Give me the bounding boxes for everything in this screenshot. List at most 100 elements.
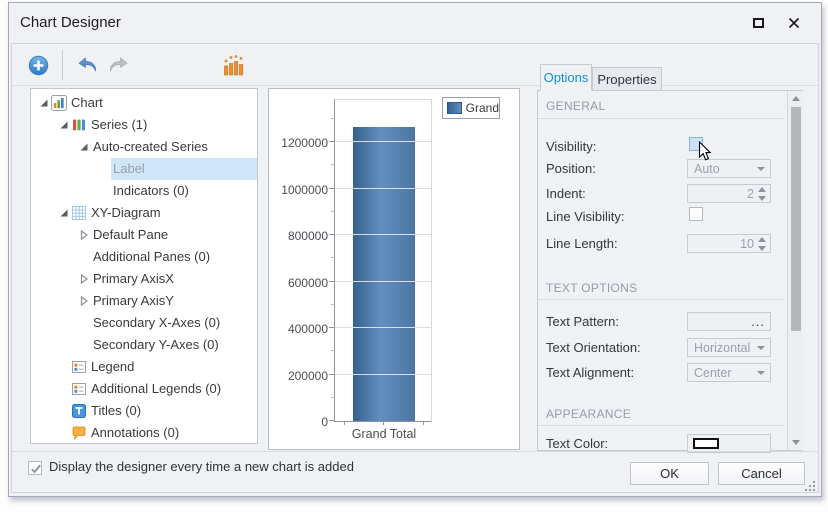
tree-item-label: Label: [111, 158, 257, 180]
scroll-down-icon[interactable]: [788, 435, 804, 450]
scrollbar-thumb[interactable]: [791, 107, 801, 331]
tree-item-label: Primary AxisX: [91, 268, 257, 290]
x-axis-tick: [423, 421, 424, 425]
spinner-arrows-icon[interactable]: [758, 237, 767, 251]
ellipsis-button[interactable]: ...: [751, 313, 765, 330]
tree-item-label: Annotations (0): [89, 422, 257, 444]
tree-item-annotations-0[interactable]: Annotations (0): [31, 422, 257, 444]
y-axis-tick-label: 200000: [269, 369, 328, 383]
indent-label: Indent:: [546, 185, 586, 203]
tree-item-legend[interactable]: Legend: [31, 356, 257, 378]
scroll-up-icon[interactable]: [788, 91, 804, 106]
section-divider: [538, 299, 784, 300]
line-length-stepper[interactable]: 10: [687, 234, 771, 253]
tree-item-titles-0[interactable]: Titles (0): [31, 400, 257, 422]
tree-item-label: Secondary Y-Axes (0): [91, 334, 257, 356]
legend-swatch: [447, 102, 462, 114]
tree-item-additional-panes-0[interactable]: Additional Panes (0): [31, 246, 257, 268]
section-header-general: GENERAL: [546, 99, 605, 113]
y-axis-tick: [329, 374, 335, 375]
display-designer-checkbox[interactable]: [28, 461, 42, 475]
add-chart-element-icon: [28, 55, 49, 76]
undo-button[interactable]: [74, 51, 102, 79]
text-orientation-label: Text Orientation:: [546, 339, 641, 357]
expander-icon[interactable]: [77, 274, 91, 284]
expander-icon[interactable]: [77, 142, 91, 152]
text-alignment-label: Text Alignment:: [546, 364, 634, 382]
x-axis-tick: [383, 421, 384, 425]
resize-grip[interactable]: [804, 480, 816, 492]
expander-icon[interactable]: [37, 98, 51, 108]
tab-properties[interactable]: Properties: [592, 67, 662, 91]
tree-item-xy-diagram[interactable]: XY-Diagram: [31, 202, 257, 224]
y-axis-labels: 020000040000060000080000010000001200000: [269, 99, 328, 422]
tree-item-label[interactable]: Label: [31, 158, 257, 180]
redo-button[interactable]: [104, 51, 132, 79]
ok-button[interactable]: OK: [630, 462, 709, 485]
tree-item-series-1[interactable]: Series (1): [31, 114, 257, 136]
chevron-down-icon: [757, 371, 765, 375]
undo-icon: [77, 57, 99, 73]
add-chart-element-button[interactable]: [24, 51, 52, 79]
y-axis-minor-tick: [331, 350, 335, 351]
tree-item-additional-legends-0[interactable]: Additional Legends (0): [31, 378, 257, 400]
line-visibility-checkbox[interactable]: [689, 207, 703, 221]
expander-icon[interactable]: [57, 208, 71, 218]
gridline: [335, 141, 431, 142]
color-swatch: [693, 438, 719, 449]
section-divider: [538, 118, 784, 119]
screen: Chart Designer: [0, 0, 828, 512]
tree-item-label: Auto-created Series: [91, 136, 257, 158]
gridline: [335, 374, 431, 375]
legend-icon: [71, 381, 89, 397]
y-axis-minor-tick: [331, 211, 335, 212]
tree-item-label: Primary AxisY: [91, 290, 257, 312]
tree-item-secondary-y-axes-0[interactable]: Secondary Y-Axes (0): [31, 334, 257, 356]
maximize-button[interactable]: [743, 11, 773, 35]
expander-icon[interactable]: [57, 120, 71, 130]
tree-item-indicators-0[interactable]: Indicators (0): [31, 180, 257, 202]
footer-divider: [12, 451, 818, 452]
legend-icon: [71, 359, 89, 375]
gridline: [335, 327, 431, 328]
indent-stepper[interactable]: 2: [687, 184, 771, 203]
expander-icon[interactable]: [77, 296, 91, 306]
tree-item-default-pane[interactable]: Default Pane: [31, 224, 257, 246]
tree-item-label: Series (1): [89, 114, 257, 136]
tree-item-primary-axisy[interactable]: Primary AxisY: [31, 290, 257, 312]
chart-type-button[interactable]: [220, 51, 248, 79]
y-axis-minor-tick: [331, 257, 335, 258]
text-pattern-input[interactable]: ...: [687, 312, 771, 331]
annotations-icon: [71, 425, 89, 441]
checkmark-icon: [29, 462, 43, 476]
y-axis-tick-label: 1000000: [269, 183, 328, 197]
spinner-arrows-icon[interactable]: [758, 187, 767, 201]
plot-area: [334, 99, 432, 422]
gridline: [335, 234, 431, 235]
mouse-cursor: [698, 141, 712, 162]
cancel-button[interactable]: Cancel: [718, 462, 805, 485]
toolbar-separator: [62, 50, 63, 80]
chevron-down-icon: [757, 167, 765, 171]
y-axis-minor-tick: [331, 118, 335, 119]
tab-options[interactable]: Options: [540, 64, 592, 91]
expander-icon[interactable]: [77, 230, 91, 240]
close-button[interactable]: [779, 11, 809, 35]
chart-designer-dialog: Chart Designer: [8, 2, 822, 497]
display-designer-checkbox-label[interactable]: Display the designer every time a new ch…: [49, 459, 354, 474]
tree-item-primary-axisx[interactable]: Primary AxisX: [31, 268, 257, 290]
bar-grand-total: [353, 127, 415, 421]
options-panel: GENERAL Visibility: Position: Auto Inden…: [537, 90, 803, 451]
x-axis-tick: [344, 421, 345, 425]
tree-item-chart[interactable]: Chart: [31, 92, 257, 114]
line-visibility-label: Line Visibility:: [546, 208, 625, 226]
y-axis-minor-tick: [331, 164, 335, 165]
y-axis-tick: [329, 420, 335, 421]
panel-scrollbar[interactable]: [787, 91, 803, 450]
tree-item-secondary-x-axes-0[interactable]: Secondary X-Axes (0): [31, 312, 257, 334]
title-bar[interactable]: Chart Designer: [9, 3, 821, 43]
text-orientation-dropdown[interactable]: Horizontal: [687, 338, 771, 357]
text-pattern-label: Text Pattern:: [546, 313, 619, 331]
tree-item-auto-created-series[interactable]: Auto-created Series: [31, 136, 257, 158]
text-alignment-dropdown[interactable]: Center: [687, 363, 771, 382]
